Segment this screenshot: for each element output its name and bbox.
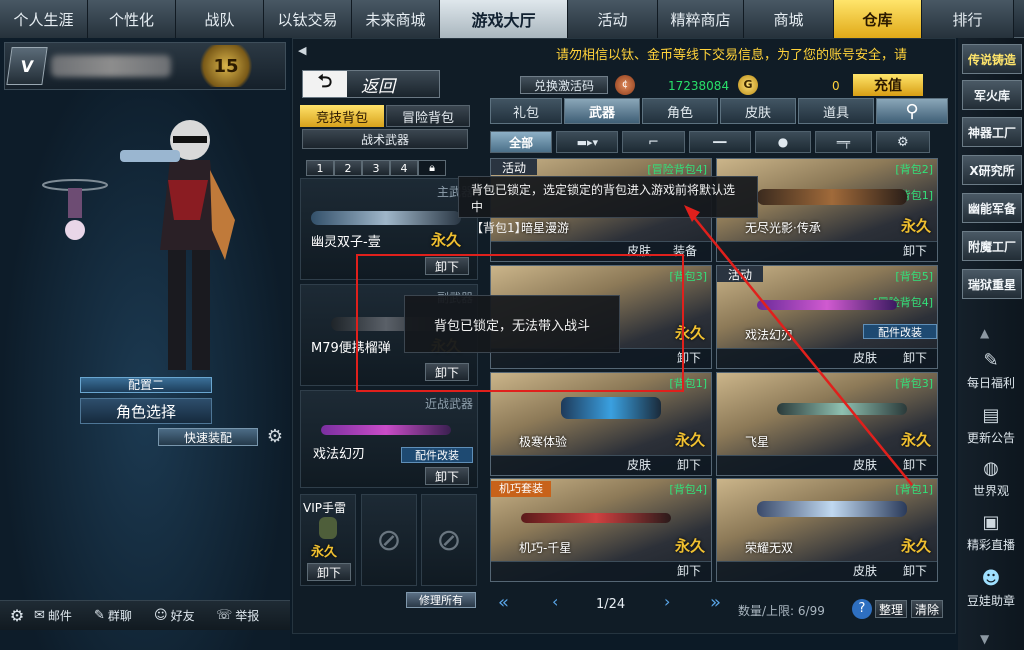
annotation-arrow xyxy=(684,205,913,486)
game-window: 个人生涯 个性化 战队 以钛交易 未来商城 游戏大厅 活动 精粹商店 商城 仓库… xyxy=(0,0,1024,650)
